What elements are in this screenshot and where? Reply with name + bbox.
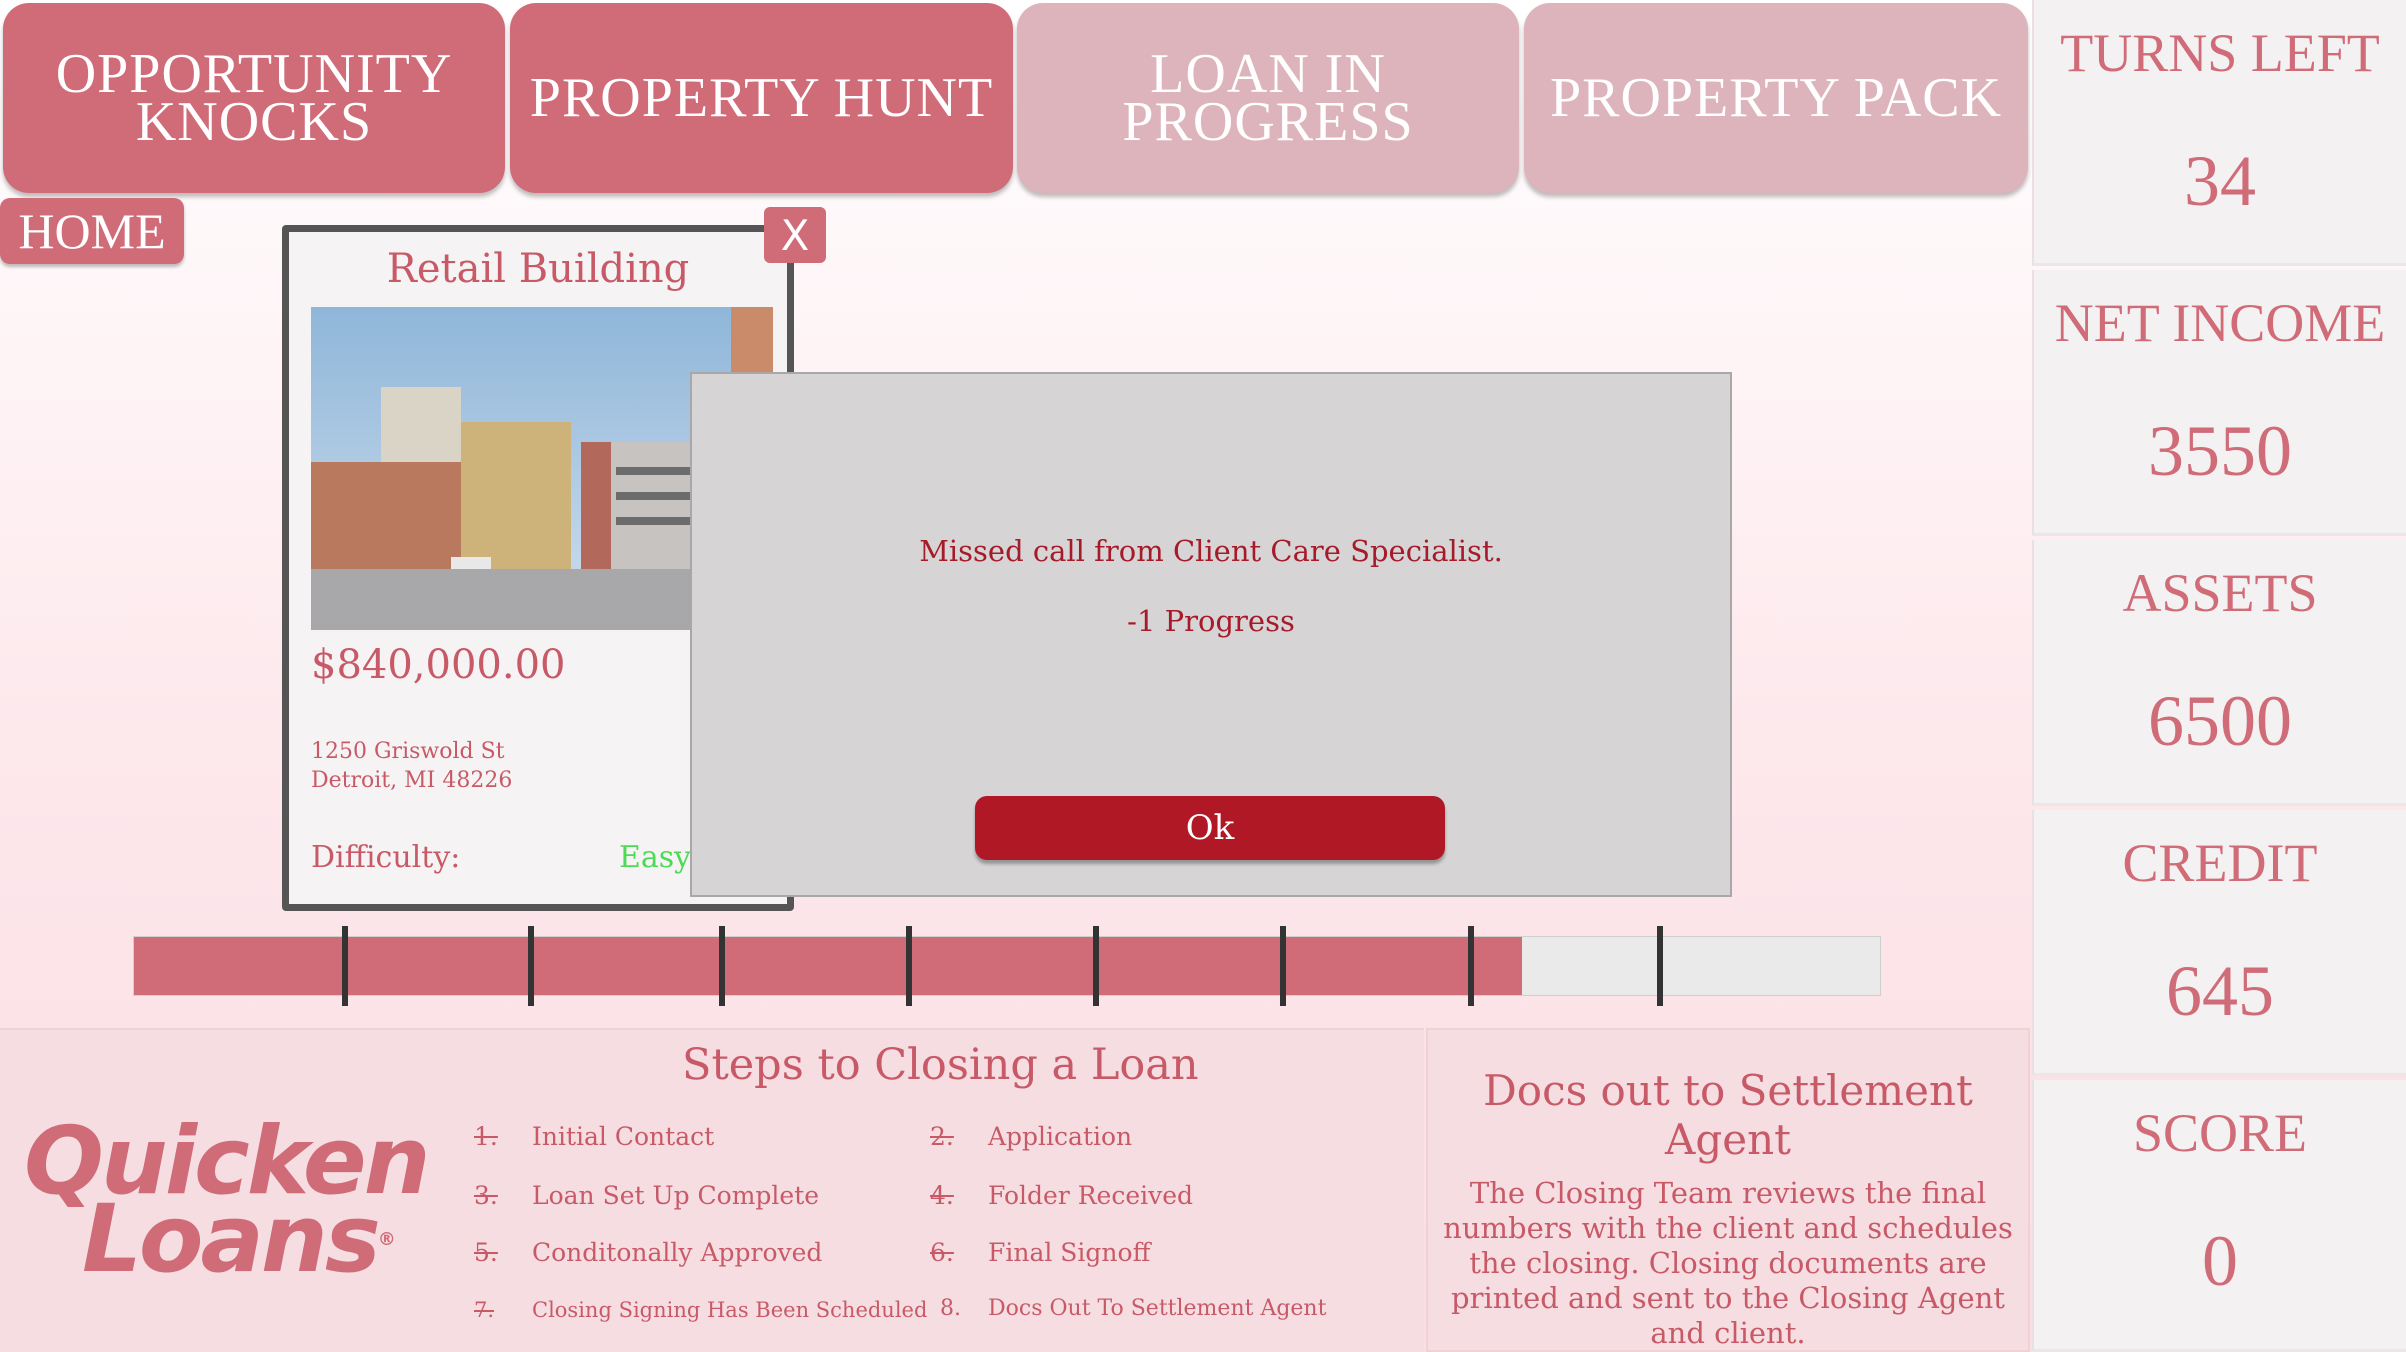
address-line-2: Detroit, MI 48226	[311, 768, 513, 793]
address-line-1: 1250 Griswold St	[311, 739, 505, 764]
step-item: 4. Folder Received	[930, 1181, 1194, 1210]
stat-label: ASSETS	[2122, 563, 2318, 623]
stat-label: CREDIT	[2122, 833, 2318, 893]
step-item: 5. Conditonally Approved	[474, 1238, 823, 1267]
progress-tick	[906, 926, 912, 1006]
stat-value: 645	[2166, 951, 2274, 1031]
stat-credit: CREDIT 645	[2032, 810, 2406, 1076]
step-item-current: 8. Docs Out To Settlement Agent	[940, 1296, 1327, 1321]
stat-label: SCORE	[2132, 1103, 2308, 1163]
logo-line-2: Loans®	[82, 1185, 396, 1294]
tab-property-hunt[interactable]: PROPERTY HUNT	[510, 3, 1013, 193]
dialog-detail: -1 Progress	[1127, 604, 1295, 638]
stat-turns-left: TURNS LEFT 34	[2032, 0, 2406, 266]
current-step-description: The Closing Team reviews the final numbe…	[1443, 1176, 2013, 1350]
progress-tick	[1280, 926, 1286, 1006]
stat-value: 3550	[2148, 411, 2292, 491]
stat-assets: ASSETS 6500	[2032, 540, 2406, 806]
stat-value: 6500	[2148, 681, 2292, 761]
property-price: $840,000.00	[311, 642, 566, 688]
dialog-message: Missed call from Client Care Specialist.	[919, 534, 1503, 568]
difficulty-label: Difficulty:	[311, 840, 461, 875]
stat-value: 34	[2184, 141, 2256, 221]
progress-tick	[1093, 926, 1099, 1006]
ok-button[interactable]: Ok	[975, 796, 1445, 860]
tab-loan-in-progress[interactable]: LOAN IN PROGRESS	[1017, 3, 1519, 193]
property-address: 1250 Griswold St Detroit, MI 48226	[311, 737, 512, 795]
step-item: 2. Application	[930, 1122, 1133, 1151]
stat-score: SCORE 0	[2032, 1080, 2406, 1352]
close-button[interactable]: X	[764, 207, 826, 263]
progress-tick	[528, 926, 534, 1006]
progress-tick	[1657, 926, 1663, 1006]
loan-progress-bar	[133, 936, 1881, 996]
tab-property-pack[interactable]: PROPERTY PACK	[1524, 3, 2028, 193]
tab-opportunity-knocks[interactable]: OPPORTUNITY KNOCKS	[3, 3, 505, 193]
step-item: 3. Loan Set Up Complete	[474, 1181, 820, 1210]
progress-tick	[719, 926, 725, 1006]
home-button[interactable]: HOME	[0, 198, 184, 264]
steps-title: Steps to Closing a Loan	[682, 1040, 1199, 1090]
difficulty-value: Easy	[619, 840, 692, 875]
stat-label: TURNS LEFT	[2060, 23, 2380, 83]
property-title: Retail Building	[386, 246, 690, 292]
step-item: 6. Final Signoff	[930, 1238, 1151, 1267]
stat-net-income: NET INCOME 3550	[2032, 270, 2406, 536]
progress-tick	[342, 926, 348, 1006]
notification-dialog: Missed call from Client Care Specialist.…	[690, 372, 1732, 897]
stat-value: 0	[2202, 1221, 2238, 1301]
stat-label: NET INCOME	[2054, 293, 2386, 353]
step-item: 1. Initial Contact	[474, 1122, 715, 1151]
current-step-title: Docs out to Settlement Agent	[1483, 1066, 1973, 1164]
progress-tick	[1468, 926, 1474, 1006]
step-item: 7. Closing Signing Has Been Scheduled	[474, 1298, 928, 1322]
current-step-panel: Docs out to Settlement Agent The Closing…	[1426, 1028, 2030, 1352]
